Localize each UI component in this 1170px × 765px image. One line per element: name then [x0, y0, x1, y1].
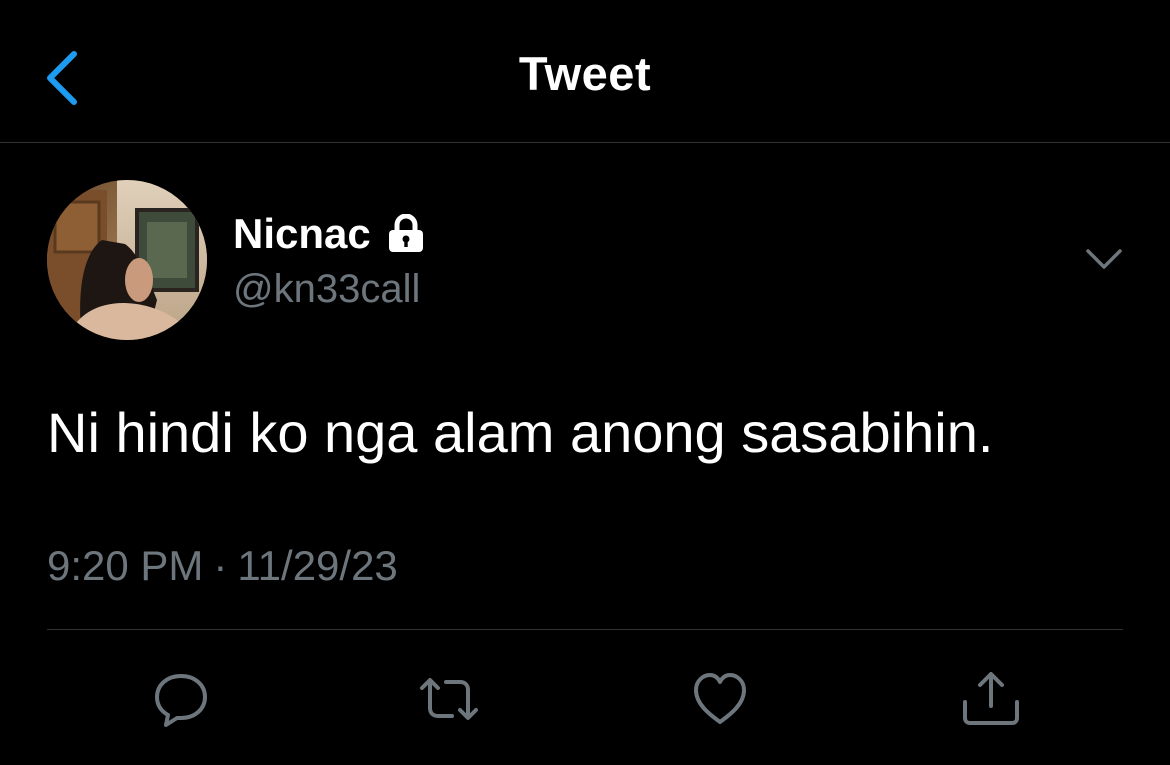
share-icon	[963, 672, 1019, 725]
heart-icon	[694, 673, 746, 724]
share-button[interactable]	[960, 668, 1022, 730]
tweet-text: Ni hindi ko nga alam anong sasabihin.	[47, 401, 994, 464]
tweet-timestamp: 9:20 PM · 11/29/23	[47, 538, 398, 594]
speech-bubble-icon	[155, 674, 207, 727]
divider	[47, 629, 1123, 630]
top-nav-bar: Tweet	[0, 0, 1170, 143]
display-name: Nicnac	[233, 210, 371, 257]
retweet-icon	[420, 678, 478, 720]
author-name-row[interactable]: Nicnac	[233, 208, 427, 260]
meta-separator: ·	[213, 542, 228, 589]
like-button[interactable]	[689, 668, 751, 730]
lock-icon	[385, 213, 427, 254]
tweet-date: 11/29/23	[237, 542, 398, 589]
tweet-menu-button[interactable]	[1082, 242, 1126, 276]
reply-button[interactable]	[150, 668, 212, 730]
chevron-down-icon	[1086, 249, 1122, 269]
avatar[interactable]	[47, 180, 207, 340]
avatar-photo	[47, 180, 207, 340]
author-handle[interactable]: @kn33call	[233, 263, 420, 315]
retweet-button[interactable]	[418, 668, 480, 730]
page-title: Tweet	[518, 47, 652, 100]
tweet-time: 9:20 PM	[47, 542, 204, 589]
